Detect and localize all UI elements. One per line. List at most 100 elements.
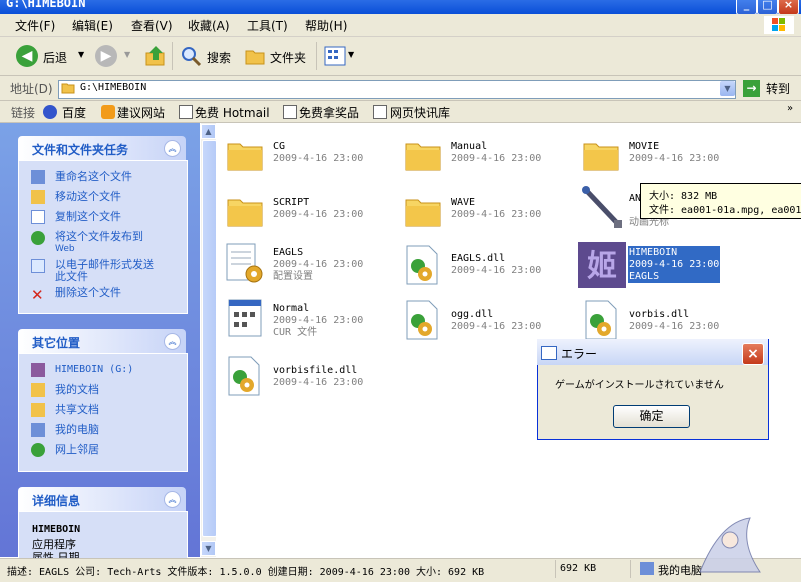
place-my-computer[interactable]: 我的电脑 <box>55 424 99 436</box>
task-delete[interactable]: 删除这个文件 <box>55 287 121 299</box>
dialog-title: エラー <box>561 347 598 361</box>
computer-icon <box>640 562 654 575</box>
file-date: 2009-4-16 23:00 <box>273 377 364 388</box>
dll-icon[interactable] <box>584 299 618 341</box>
file-name[interactable]: vorbis.dll <box>629 309 689 321</box>
menu-favorites[interactable]: 收藏(A) <box>188 17 230 34</box>
dll-icon[interactable] <box>227 355 261 397</box>
toolbar-separator <box>316 42 317 70</box>
link-suggested-sites[interactable]: 建议网站 <box>117 104 165 121</box>
link-free-prizes[interactable]: 免费拿奖品 <box>299 104 359 121</box>
place-drive[interactable]: HIMEBOIN (G:) <box>55 364 133 376</box>
go-arrow-icon[interactable]: → <box>743 80 760 97</box>
folder-icon[interactable] <box>404 194 442 227</box>
file-name[interactable]: EAGLS.dll <box>451 253 505 265</box>
place-my-documents[interactable]: 我的文档 <box>55 384 99 396</box>
file-name[interactable]: Manual <box>451 141 487 153</box>
forward-arrow-icon[interactable]: ▶ <box>95 45 117 67</box>
address-dropdown-icon[interactable]: ▼ <box>720 81 735 96</box>
collapse-icon[interactable]: ︽ <box>164 333 181 350</box>
folder-icon[interactable] <box>226 138 264 171</box>
folders-icon[interactable] <box>244 45 266 67</box>
file-name[interactable]: HIMEBOIN <box>629 247 677 259</box>
dll-icon[interactable] <box>405 299 439 341</box>
task-move[interactable]: 移动这个文件 <box>55 191 121 203</box>
minimize-button[interactable]: _ <box>736 0 757 14</box>
place-network[interactable]: 网上邻居 <box>55 444 99 456</box>
tooltip-size: 大小: 832 MB <box>649 191 718 202</box>
animated-cursor-icon[interactable] <box>578 184 626 232</box>
dll-icon[interactable] <box>405 244 439 286</box>
forward-dropdown-icon[interactable]: ▼ <box>124 50 130 59</box>
task-rename[interactable]: 重命名这个文件 <box>55 171 132 183</box>
menu-bar <box>0 14 801 37</box>
search-icon[interactable] <box>180 45 202 67</box>
suggested-sites-icon <box>101 105 115 119</box>
menu-help[interactable]: 帮助(H) <box>305 17 347 34</box>
collapse-icon[interactable]: ︽ <box>164 140 181 157</box>
collapse-icon[interactable]: ︽ <box>164 491 181 508</box>
task-publish-web[interactable]: Web <box>55 243 75 255</box>
file-name[interactable]: ogg.dll <box>451 309 493 321</box>
back-button[interactable]: 后退 <box>43 49 67 66</box>
rename-icon <box>31 170 45 184</box>
close-button[interactable]: × <box>778 0 799 14</box>
windows-logo-icon <box>764 16 794 34</box>
address-label: 地址(D) <box>10 82 53 96</box>
views-dropdown-icon[interactable]: ▼ <box>348 50 354 59</box>
go-button[interactable]: 转到 <box>766 80 790 97</box>
address-input[interactable] <box>58 80 736 99</box>
search-button[interactable]: 搜索 <box>207 49 231 66</box>
menu-tools[interactable]: 工具(T) <box>247 17 288 34</box>
task-email-file[interactable]: 此文件 <box>55 271 88 283</box>
menu-file[interactable]: 文件(F) <box>15 17 55 34</box>
file-type: CUR 文件 <box>273 327 318 338</box>
dialog-ok-button[interactable]: 确定 <box>613 405 690 428</box>
file-name[interactable]: vorbisfile.dll <box>273 365 357 377</box>
maximize-button[interactable]: □ <box>757 0 778 14</box>
task-copy[interactable]: 复制这个文件 <box>55 211 121 223</box>
file-date: 2009-4-16 23:00 <box>451 153 542 164</box>
back-arrow-icon[interactable]: ◀ <box>16 45 38 67</box>
links-more-icon[interactable]: » <box>787 103 793 114</box>
config-settings-icon[interactable] <box>224 242 266 286</box>
scroll-up-icon[interactable]: ▲ <box>201 124 216 139</box>
file-date: 2009-4-16 23:00 <box>273 315 364 326</box>
back-dropdown-icon[interactable]: ▼ <box>78 50 84 59</box>
app-icon[interactable]: 姬 <box>578 242 626 288</box>
up-folder-icon[interactable] <box>144 44 168 68</box>
toolbar <box>0 37 801 76</box>
publish-web-icon <box>31 231 45 245</box>
menu-view[interactable]: 查看(V) <box>131 17 173 34</box>
window-title: G:\HIMEBOIN <box>6 0 86 10</box>
status-description: 描述: EAGLS 公司: Tech-Arts 文件版本: 1.5.0.0 创建… <box>7 567 485 578</box>
views-icon[interactable] <box>324 46 346 66</box>
task-publish[interactable]: 将这个文件发布到 <box>55 231 143 243</box>
file-name[interactable]: CG <box>273 141 285 153</box>
link-web-slice[interactable]: 网页快讯库 <box>390 104 450 121</box>
details-type: 应用程序 <box>32 538 76 551</box>
status-divider <box>630 560 631 578</box>
file-name[interactable]: WAVE <box>451 197 475 209</box>
file-name[interactable]: Normal <box>273 303 309 315</box>
file-name[interactable]: MOVIE <box>629 141 659 153</box>
file-date: 2009-4-16 23:00 <box>629 259 720 270</box>
link-hotmail[interactable]: 免费 Hotmail <box>195 104 270 121</box>
folder-icon[interactable] <box>226 194 264 227</box>
scroll-down-icon[interactable]: ▼ <box>201 541 216 556</box>
folder-icon[interactable] <box>404 138 442 171</box>
dialog-close-button[interactable]: × <box>742 343 764 365</box>
file-name[interactable]: EAGLS <box>273 247 303 259</box>
address-value: G:\HIMEBOIN <box>80 82 147 93</box>
folders-button[interactable]: 文件夹 <box>270 49 306 66</box>
drive-icon <box>31 363 45 377</box>
title-bar[interactable]: G:\HIMEBOIN _ □ × <box>0 0 801 14</box>
link-baidu[interactable]: 百度 <box>62 104 86 121</box>
scroll-thumb[interactable] <box>202 140 217 537</box>
place-shared-documents[interactable]: 共享文档 <box>55 404 99 416</box>
status-divider <box>555 560 556 578</box>
file-name[interactable]: SCRIPT <box>273 197 309 209</box>
cursor-file-icon[interactable] <box>227 298 263 338</box>
menu-edit[interactable]: 编辑(E) <box>72 17 113 34</box>
folder-icon[interactable] <box>582 138 620 171</box>
